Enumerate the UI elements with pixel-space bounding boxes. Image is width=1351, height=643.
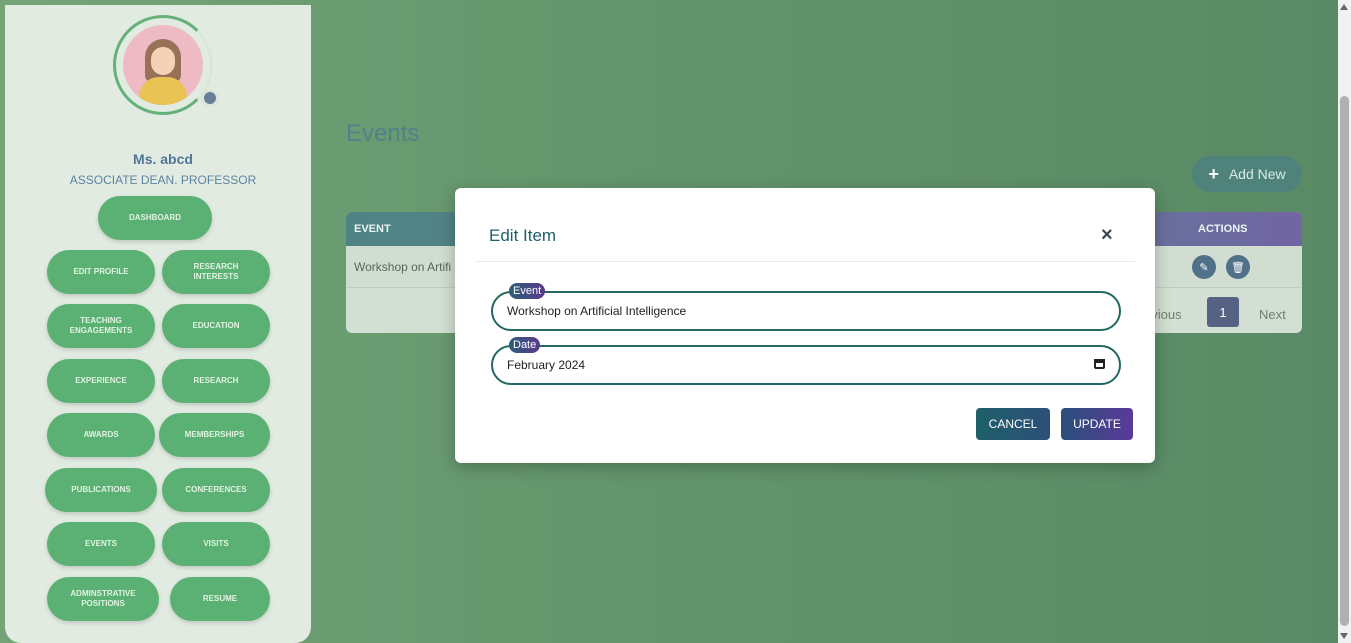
scrollbar-thumb[interactable] — [1340, 96, 1349, 626]
date-field[interactable]: Date February 2024 — [491, 337, 1121, 385]
cancel-button[interactable]: CANCEL — [976, 408, 1050, 440]
scroll-up-icon[interactable] — [1340, 4, 1348, 10]
modal-divider — [475, 261, 1135, 262]
event-input[interactable]: Workshop on Artificial Intelligence — [507, 304, 686, 318]
calendar-icon[interactable] — [1093, 357, 1107, 371]
scrollbar[interactable] — [1338, 0, 1351, 643]
event-label: Event — [509, 283, 546, 299]
calendar-bar — [1094, 359, 1105, 363]
scroll-down-icon[interactable] — [1340, 633, 1348, 639]
close-icon[interactable]: × — [1101, 224, 1113, 247]
modal-title: Edit Item — [489, 226, 557, 245]
date-input[interactable]: February 2024 — [507, 358, 585, 372]
edit-item-modal: Edit Item × Event Workshop on Artificial… — [455, 188, 1155, 463]
date-label: Date — [509, 337, 541, 353]
event-field[interactable]: Event Workshop on Artificial Intelligenc… — [491, 283, 1121, 331]
update-button[interactable]: UPDATE — [1061, 408, 1133, 440]
